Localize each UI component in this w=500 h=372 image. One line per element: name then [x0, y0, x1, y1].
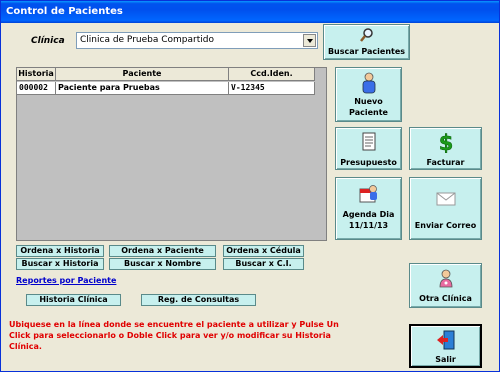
calendar-person-icon — [359, 185, 377, 203]
enviar-correo-button[interactable]: Enviar Correo — [409, 177, 482, 240]
buscar-ci-button[interactable]: Buscar x C.I. — [223, 258, 304, 270]
person-icon — [362, 72, 375, 94]
clinic-dropdown[interactable]: Clinica de Prueba Compartido — [76, 32, 318, 49]
column-header-paciente[interactable]: Paciente — [56, 68, 229, 81]
nuevo-paciente-button[interactable]: Nuevo Paciente — [335, 67, 402, 122]
buscar-pacientes-button[interactable]: Buscar Pacientes — [323, 24, 410, 60]
reg-consultas-button[interactable]: Reg. de Consultas — [141, 294, 256, 306]
ordena-paciente-button[interactable]: Ordena x Paciente — [109, 245, 216, 257]
buscar-historia-button[interactable]: Buscar x Historia — [16, 258, 104, 270]
patients-table: Historia Paciente Ccd.Iden. 000002 Pacie… — [16, 67, 327, 241]
otra-clinica-button[interactable]: Otra Clínica — [409, 263, 482, 308]
ordena-historia-button[interactable]: Ordena x Historia — [16, 245, 104, 257]
historia-clinica-button[interactable]: Historia Clínica — [26, 294, 121, 306]
reportes-por-paciente-link[interactable]: Reportes por Paciente — [16, 276, 116, 285]
buscar-nombre-button[interactable]: Buscar x Nombre — [109, 258, 216, 270]
salir-button[interactable]: Salir — [409, 324, 482, 368]
column-header-cedula[interactable]: Ccd.Iden. — [229, 68, 315, 81]
presupuesto-button[interactable]: Presupuesto — [335, 127, 402, 170]
envelope-icon — [436, 192, 455, 206]
table-header: Historia Paciente Ccd.Iden. — [17, 68, 315, 81]
facturar-button[interactable]: $ Facturar — [409, 127, 482, 170]
chevron-down-icon[interactable] — [303, 34, 316, 47]
cell-cedula[interactable]: V-12345 — [229, 82, 315, 95]
cell-paciente[interactable]: Paciente para Pruebas — [56, 82, 229, 95]
doctor-icon — [439, 269, 452, 288]
column-header-historia[interactable]: Historia — [17, 68, 56, 81]
agenda-dia-button[interactable]: Agenda Dia 11/11/13 — [335, 177, 402, 240]
clinic-label: Clínica — [31, 36, 65, 46]
dollar-icon: $ — [438, 131, 453, 153]
ordena-cedula-button[interactable]: Ordena x Cédula — [223, 245, 304, 257]
window-title: Control de Pacientes — [1, 1, 499, 23]
table-row[interactable]: 000002 Paciente para Pruebas V-12345 — [17, 82, 315, 95]
instructions-text: Ubiquese en la línea donde se encuentre … — [9, 320, 339, 351]
exit-door-icon — [436, 330, 454, 350]
main-window: Control de Pacientes Clínica Clinica de … — [0, 0, 500, 372]
clinic-selected-value: Clinica de Prueba Compartido — [80, 35, 214, 45]
svg-text:$: $ — [438, 131, 453, 153]
document-icon — [362, 132, 375, 151]
cell-historia[interactable]: 000002 — [17, 82, 56, 95]
magnifier-icon — [359, 28, 373, 42]
